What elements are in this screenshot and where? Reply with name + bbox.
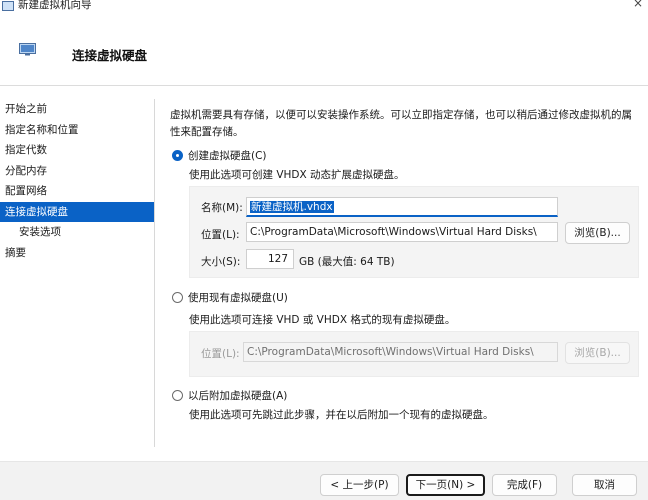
existing-vhd-desc: 使用此选项可连接 VHD 或 VHDX 格式的现有虚拟硬盘。	[189, 314, 456, 326]
size-label: 大小(S):	[201, 256, 241, 268]
create-vhd-radio[interactable]	[172, 150, 183, 161]
sidebar-item-memory[interactable]: 分配内存	[0, 161, 154, 182]
size-unit-label: GB (最大值: 64 TB)	[299, 256, 395, 268]
location-label: 位置(L):	[201, 229, 240, 241]
sidebar-item-network[interactable]: 配置网络	[0, 181, 154, 202]
finish-button[interactable]: 完成(F)	[492, 474, 557, 496]
create-vhd-label: 创建虚拟硬盘(C)	[188, 150, 267, 162]
existing-vhd-group: 位置(L): C:\ProgramData\Microsoft\Windows\…	[189, 331, 639, 377]
vhd-name-value: 新建虚拟机.vhdx	[250, 201, 334, 213]
name-label: 名称(M):	[201, 202, 243, 214]
cancel-button[interactable]: 取消	[572, 474, 637, 496]
wizard-footer: < 上一步(P) 下一页(N) > 完成(F) 取消	[0, 461, 648, 500]
attach-later-label: 以后附加虚拟硬盘(A)	[188, 390, 288, 402]
window-title: 新建虚拟机向导	[18, 0, 92, 11]
create-vhd-desc: 使用此选项可创建 VHDX 动态扩展虚拟硬盘。	[189, 169, 405, 181]
next-button[interactable]: 下一页(N) >	[406, 474, 485, 496]
vhd-size-input[interactable]: 127	[246, 249, 294, 269]
sidebar-divider	[154, 99, 155, 447]
attach-later-desc: 使用此选项可先跳过此步骤，并在以后附加一个现有的虚拟硬盘。	[189, 409, 494, 421]
sidebar-item-generation[interactable]: 指定代数	[0, 140, 154, 161]
window-app-icon	[2, 1, 14, 11]
existing-location-label: 位置(L):	[201, 348, 240, 360]
monitor-icon	[19, 43, 36, 56]
existing-browse-button[interactable]: 浏览(B)...	[565, 342, 630, 364]
page-header: 连接虚拟硬盘	[0, 14, 648, 86]
page-title: 连接虚拟硬盘	[72, 48, 148, 63]
sidebar-item-name-location[interactable]: 指定名称和位置	[0, 120, 154, 141]
existing-location-input[interactable]: C:\ProgramData\Microsoft\Windows\Virtual…	[243, 342, 558, 362]
existing-vhd-radio[interactable]	[172, 292, 183, 303]
vhd-name-input[interactable]: 新建虚拟机.vhdx	[246, 197, 558, 217]
sidebar-item-connect-vhd[interactable]: 连接虚拟硬盘	[0, 201, 154, 222]
wizard-steps-nav: 开始之前 指定名称和位置 指定代数 分配内存 配置网络 连接虚拟硬盘 安装选项 …	[0, 99, 154, 263]
sidebar-item-install-options[interactable]: 安装选项	[0, 222, 154, 243]
sidebar-item-before-you-begin[interactable]: 开始之前	[0, 99, 154, 120]
attach-later-radio[interactable]	[172, 390, 183, 401]
vhd-location-input[interactable]: C:\ProgramData\Microsoft\Windows\Virtual…	[246, 222, 558, 242]
sidebar-item-summary[interactable]: 摘要	[0, 243, 154, 264]
option-existing-vhd[interactable]: 使用现有虚拟硬盘(U)	[172, 290, 288, 305]
browse-button[interactable]: 浏览(B)...	[565, 222, 630, 244]
create-vhd-group: 名称(M): 新建虚拟机.vhdx 位置(L): C:\ProgramData\…	[189, 186, 639, 278]
previous-button[interactable]: < 上一步(P)	[320, 474, 399, 496]
option-attach-later[interactable]: 以后附加虚拟硬盘(A)	[172, 388, 287, 403]
intro-text: 虚拟机需要具有存储，以便可以安装操作系统。可以立即指定存储，也可以稍后通过修改虚…	[170, 109, 632, 138]
title-bar: 新建虚拟机向导 ×	[0, 0, 648, 14]
option-create-vhd[interactable]: 创建虚拟硬盘(C)	[172, 148, 267, 163]
window-close-icon[interactable]: ×	[632, 0, 644, 10]
existing-vhd-label: 使用现有虚拟硬盘(U)	[188, 292, 288, 304]
